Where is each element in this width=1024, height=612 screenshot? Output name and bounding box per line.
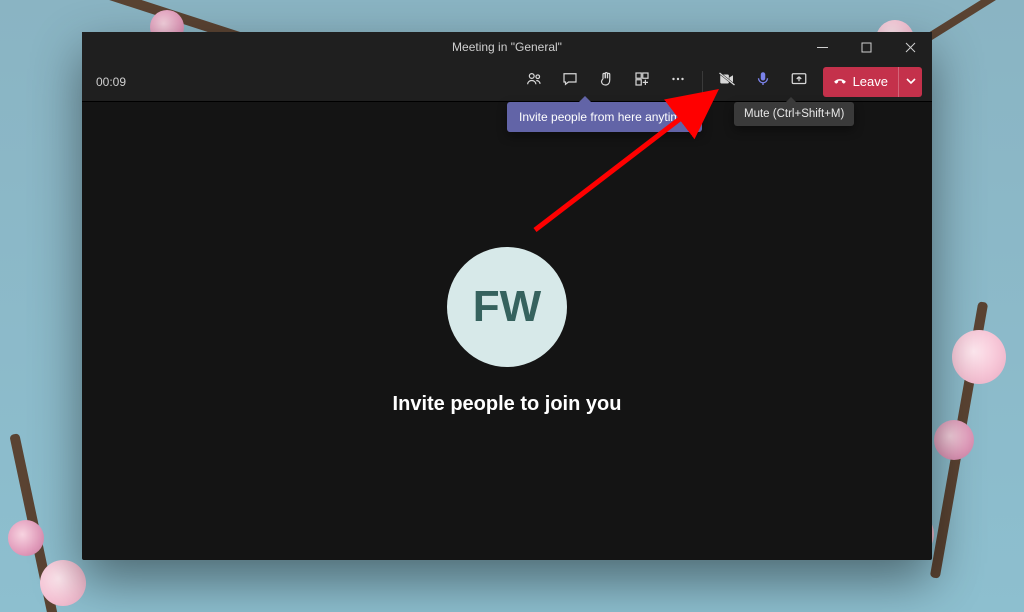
bg-flower bbox=[40, 560, 86, 606]
avatar: FW bbox=[447, 247, 567, 367]
rooms-button[interactable] bbox=[626, 67, 658, 97]
hangup-icon bbox=[833, 73, 847, 90]
meeting-stage: FW Invite people to join you bbox=[82, 102, 932, 560]
window-title: Meeting in "General" bbox=[452, 40, 562, 54]
leave-button-group: Leave bbox=[823, 67, 922, 97]
minimize-button[interactable] bbox=[800, 32, 844, 62]
titlebar: Meeting in "General" bbox=[82, 32, 932, 62]
microphone-icon bbox=[754, 70, 772, 93]
participants-button[interactable] bbox=[518, 67, 550, 97]
bg-flower bbox=[952, 330, 1006, 384]
window-controls bbox=[800, 32, 932, 62]
meeting-toolbar: 00:09 bbox=[82, 62, 932, 102]
reactions-button[interactable] bbox=[590, 67, 622, 97]
chevron-down-icon bbox=[906, 73, 916, 91]
leave-options-button[interactable] bbox=[898, 67, 922, 97]
share-button[interactable] bbox=[783, 67, 815, 97]
leave-button[interactable]: Leave bbox=[823, 67, 898, 97]
meeting-window: Meeting in "General" 00:09 bbox=[82, 32, 932, 560]
call-timer: 00:09 bbox=[96, 75, 126, 89]
camera-off-icon bbox=[718, 70, 736, 93]
raise-hand-icon bbox=[597, 70, 615, 93]
toolbar-divider bbox=[702, 71, 703, 93]
breakout-rooms-icon bbox=[633, 70, 651, 93]
close-button[interactable] bbox=[888, 32, 932, 62]
invite-heading: Invite people to join you bbox=[393, 393, 622, 416]
people-icon bbox=[525, 70, 543, 93]
avatar-initials: FW bbox=[473, 282, 541, 332]
bg-flower bbox=[8, 520, 44, 556]
camera-toggle-button[interactable] bbox=[711, 67, 743, 97]
chat-button[interactable] bbox=[554, 67, 586, 97]
bg-flower bbox=[934, 420, 974, 460]
chat-icon bbox=[561, 70, 579, 93]
maximize-button[interactable] bbox=[844, 32, 888, 62]
ellipsis-icon bbox=[669, 70, 687, 93]
mic-toggle-button[interactable] bbox=[747, 67, 779, 97]
leave-label: Leave bbox=[853, 74, 888, 89]
share-screen-icon bbox=[790, 70, 808, 93]
more-actions-button[interactable] bbox=[662, 67, 694, 97]
